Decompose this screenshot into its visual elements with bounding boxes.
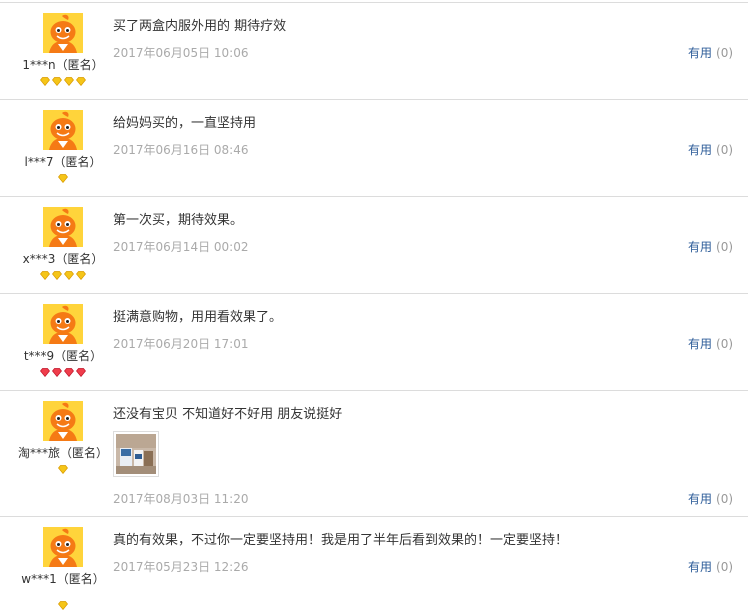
review-item: w***1（匿名） 真的有效果，不过你一定要坚持用！我是用了半年后看到效果的！一… bbox=[0, 517, 748, 613]
useful-count: (0) bbox=[716, 143, 734, 157]
gold-crown-icon bbox=[58, 464, 68, 475]
reviewer-name: 1***n（匿名） bbox=[22, 58, 104, 72]
gold-crown-icon bbox=[58, 600, 68, 611]
review-item: 淘***旅（匿名） 还没有宝贝 不知道好不好用 朋友说挺好 2017年08月03… bbox=[0, 391, 748, 517]
gold-crown-icon bbox=[52, 270, 62, 281]
review-text: 挺满意购物，用用看效果了。 bbox=[113, 310, 283, 325]
useful-area: 有用 (0) bbox=[688, 558, 733, 575]
review-text: 给妈妈买的，一直坚持用 bbox=[113, 116, 257, 131]
review-text: 买了两盒内服外用的 期待疗效 bbox=[113, 19, 287, 34]
review-item: 1***n（匿名） 买了两盒内服外用的 期待疗效 2017年06月05日 10:… bbox=[0, 3, 748, 100]
credit-level bbox=[10, 367, 116, 379]
useful-count: (0) bbox=[716, 337, 734, 351]
avatar-icon[interactable] bbox=[43, 207, 83, 247]
gold-crown-icon bbox=[76, 270, 86, 281]
useful-button[interactable]: 有用 bbox=[688, 560, 712, 574]
red-heart-icon bbox=[76, 367, 86, 378]
reviewer-name: 淘***旅（匿名） bbox=[17, 446, 108, 460]
useful-button[interactable]: 有用 bbox=[688, 337, 712, 351]
review-text: 真的有效果，不过你一定要坚持用！我是用了半年后看到效果的！一定要坚持！ bbox=[113, 533, 569, 548]
useful-count: (0) bbox=[716, 492, 734, 506]
review-text: 还没有宝贝 不知道好不好用 朋友说挺好 bbox=[113, 407, 343, 422]
review-item: l***7（匿名） 给妈妈买的，一直坚持用 2017年06月16日 08:46 … bbox=[0, 100, 748, 197]
red-heart-icon bbox=[64, 367, 74, 378]
review-photo-thumbnail[interactable] bbox=[113, 431, 159, 477]
useful-button[interactable]: 有用 bbox=[688, 240, 712, 254]
review-date: 2017年06月16日 08:46 bbox=[113, 143, 249, 157]
review-date: 2017年06月20日 17:01 bbox=[113, 337, 249, 351]
gold-crown-icon bbox=[64, 76, 74, 87]
useful-count: (0) bbox=[716, 46, 734, 60]
review-item: x***3（匿名） 第一次买，期待效果。 2017年06月14日 00:02 有… bbox=[0, 197, 748, 294]
gold-crown-icon bbox=[52, 76, 62, 87]
avatar-icon[interactable] bbox=[43, 304, 83, 344]
gold-crown-icon bbox=[76, 76, 86, 87]
useful-count: (0) bbox=[716, 560, 734, 574]
avatar-icon[interactable] bbox=[43, 110, 83, 150]
review-item: t***9（匿名） 挺满意购物，用用看效果了。 2017年06月20日 17:0… bbox=[0, 294, 748, 391]
product-photo-icon bbox=[116, 434, 156, 474]
gold-crown-icon bbox=[64, 270, 74, 281]
credit-level bbox=[10, 270, 116, 282]
review-date: 2017年08月03日 11:20 bbox=[113, 492, 249, 506]
reviewer-name: l***7（匿名） bbox=[24, 155, 102, 169]
reviewer-name: t***9（匿名） bbox=[23, 349, 103, 363]
credit-level bbox=[10, 76, 116, 88]
credit-level bbox=[10, 173, 116, 185]
useful-button[interactable]: 有用 bbox=[688, 46, 712, 60]
useful-button[interactable]: 有用 bbox=[688, 143, 712, 157]
avatar-icon[interactable] bbox=[43, 401, 83, 441]
gold-crown-icon bbox=[40, 76, 50, 87]
reviewer-name: x***3（匿名） bbox=[22, 252, 104, 266]
red-heart-icon bbox=[52, 367, 62, 378]
red-heart-icon bbox=[40, 367, 50, 378]
gold-crown-icon bbox=[40, 270, 50, 281]
credit-level bbox=[10, 600, 116, 612]
review-text: 第一次买，期待效果。 bbox=[113, 213, 244, 228]
gold-crown-icon bbox=[58, 173, 68, 184]
review-date: 2017年06月05日 10:06 bbox=[113, 46, 249, 60]
useful-count: (0) bbox=[716, 240, 734, 254]
avatar-icon[interactable] bbox=[43, 13, 83, 53]
avatar-icon[interactable] bbox=[43, 527, 83, 567]
review-date: 2017年06月14日 00:02 bbox=[113, 240, 249, 254]
useful-button[interactable]: 有用 bbox=[688, 492, 712, 506]
review-date: 2017年05月23日 12:26 bbox=[113, 560, 249, 574]
useful-area: 有用 (0) bbox=[688, 490, 733, 507]
useful-area: 有用 (0) bbox=[688, 44, 733, 61]
credit-level bbox=[10, 464, 116, 476]
useful-area: 有用 (0) bbox=[688, 141, 733, 158]
useful-area: 有用 (0) bbox=[688, 238, 733, 255]
reviewer-name: w***1（匿名） bbox=[21, 572, 105, 586]
useful-area: 有用 (0) bbox=[688, 335, 733, 352]
